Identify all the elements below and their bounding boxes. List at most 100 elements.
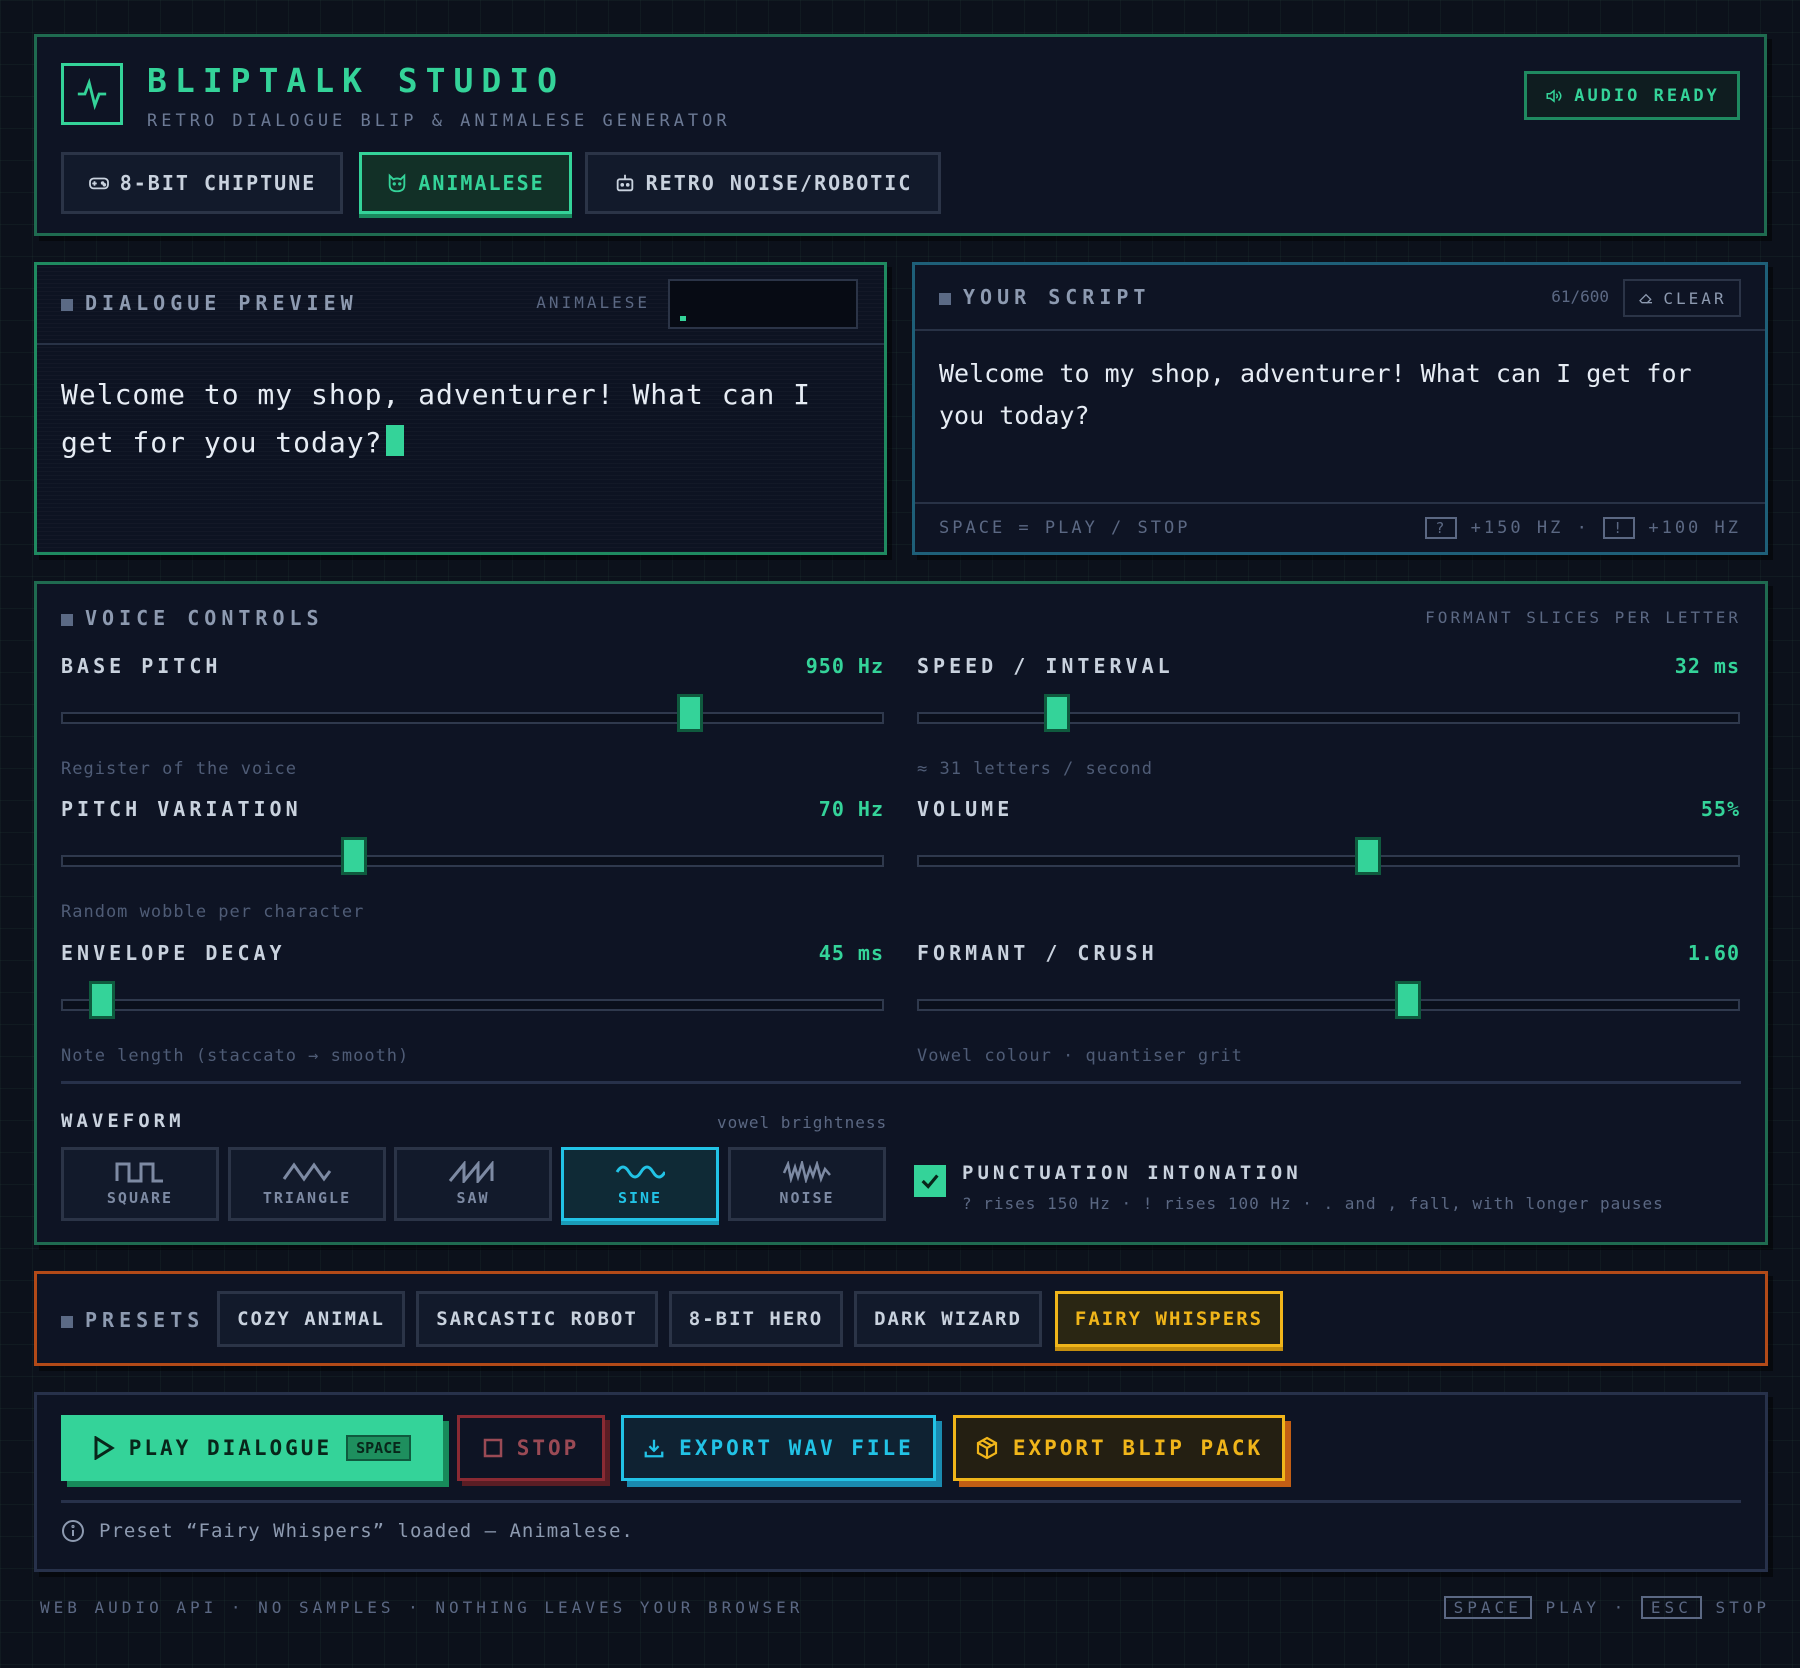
slider-thumb[interactable] [340,837,367,875]
presets-panel: PRESETS COZY ANIMAL SARCASTIC ROBOT 8-BI… [34,1271,1768,1366]
export-pack-label: EXPORT BLIP PACK [1012,1436,1264,1460]
pitch-variation-control: PITCH VARIATION 70 Hz Random wobble per ch… [61,797,884,922]
stop-icon [483,1438,502,1458]
footer-info: WEB AUDIO API · NO SAMPLES · NOTHING LEA… [40,1598,804,1617]
slider-thumb[interactable] [1394,981,1421,1019]
slider-value: 55% [1700,797,1740,821]
info-icon [62,1520,84,1542]
header-panel: BLIPTALK STUDIO RETRO DIALOGUE BLIP & AN… [34,34,1767,236]
export-blip-pack-button[interactable]: EXPORT BLIP PACK [953,1415,1285,1481]
waveform-label: WAVEFORM [61,1110,185,1132]
eraser-icon [1639,293,1653,304]
app-title: BLIPTALK STUDIO [147,61,566,100]
waveform-label: NOISE [779,1189,835,1207]
waveform-sine-button[interactable]: SINE [561,1147,719,1221]
preset-sarcastic-robot[interactable]: SARCASTIC ROBOT [416,1291,658,1347]
play-shortcut-label: PLAY [1545,1598,1600,1617]
preview-text: Welcome to my shop, adventurer! What can… [61,378,812,459]
slider-label: BASE PITCH [61,654,222,678]
script-footer: SPACE = PLAY / STOP ? +150 HZ · ! +100 H… [915,502,1765,552]
slider-help: Vowel colour · quantiser grit [917,1046,1243,1066]
dialogue-preview-panel: DIALOGUE PREVIEW ANIMALESE Welcome to my… [34,262,887,555]
slider-thumb[interactable] [1354,837,1381,875]
waveform-saw-button[interactable]: SAW [394,1147,552,1221]
waveform-label: SAW [456,1189,490,1207]
play-label: PLAY DIALOGUE [128,1436,333,1460]
formant-crush-control: FORMANT / CRUSH 1.60 Vowel colour · quanti… [917,941,1740,1066]
clear-label: CLEAR [1663,288,1727,308]
slider-help: Note length (staccato → smooth) [61,1046,410,1066]
mode-tab-label: ANIMALESE [418,171,545,195]
package-icon [976,1436,997,1460]
script-title: YOUR SCRIPT [939,285,1150,309]
mode-tab-chiptune[interactable]: 8-BIT CHIPTUNE [61,152,343,214]
volume-slider[interactable] [917,837,1740,875]
presets-title: PRESETS [61,1308,204,1332]
gamepad-icon [88,177,109,190]
space-key: SPACE [1443,1596,1532,1619]
waveform-label: SINE [617,1189,663,1207]
status-text: Preset “Fairy Whispers” loaded — Animale… [99,1520,634,1542]
mode-tab-animalese[interactable]: ANIMALESE [359,152,572,214]
script-panel: YOUR SCRIPT 61/600 CLEAR Welcome to my s… [912,262,1768,555]
slider-value: 1.60 [1687,941,1740,965]
stop-button[interactable]: STOP [457,1415,605,1481]
waveform-square-button[interactable]: SQUARE [61,1147,219,1221]
base-pitch-slider[interactable] [61,694,884,732]
preset-8bit-hero[interactable]: 8-BIT HERO [669,1291,843,1347]
base-pitch-control: BASE PITCH 950 Hz Register of the voice [61,654,884,779]
slider-label: VOLUME [917,797,1014,821]
envelope-decay-slider[interactable] [61,981,884,1019]
pulse-logo-icon [61,63,123,125]
robot-icon [616,174,633,192]
actions-panel: PLAY DIALOGUE SPACE STOP EXPORT WAV FILE… [34,1392,1768,1572]
export-wav-button[interactable]: EXPORT WAV FILE [621,1415,936,1481]
preset-fairy-whispers[interactable]: FAIRY WHISPERS [1055,1291,1283,1347]
intonation-checkbox[interactable] [914,1165,946,1197]
check-icon [921,1174,939,1189]
intonation-hint: ? +150 HZ · ! +100 HZ [1425,517,1741,539]
clear-button[interactable]: CLEAR [1623,279,1741,317]
slider-help: Random wobble per character [61,902,365,922]
square-wave-icon [115,1162,163,1183]
triangle-wave-icon [282,1162,332,1182]
speed-interval-control: SPEED / INTERVAL 32 ms ≈ 31 letters / seco… [917,654,1740,779]
noise-wave-icon [782,1161,831,1183]
typing-cursor [386,425,405,456]
intonation-help: ? rises 150 Hz · ! rises 100 Hz · . and … [962,1194,1664,1213]
play-dialogue-button[interactable]: PLAY DIALOGUE SPACE [61,1415,443,1481]
waveform-label: SQUARE [106,1189,174,1207]
app-subtitle: RETRO DIALOGUE BLIP & ANIMALESE GENERATO… [147,111,731,131]
slider-thumb[interactable] [676,694,703,732]
level-meter [668,279,858,329]
stop-shortcut-label: STOP [1715,1598,1770,1617]
status-message: Preset “Fairy Whispers” loaded — Animale… [61,1519,634,1543]
slider-value: 32 ms [1674,654,1740,678]
slider-label: FORMANT / CRUSH [917,941,1158,965]
preset-dark-wizard[interactable]: DARK WIZARD [854,1291,1042,1347]
esc-key: ESC [1640,1596,1702,1619]
slider-label: ENVELOPE DECAY [61,941,286,965]
slider-value: 45 ms [818,941,884,965]
controls-note: FORMANT SLICES PER LETTER [1425,608,1741,627]
saw-wave-icon [448,1161,494,1183]
audio-status-badge: AUDIO READY [1524,71,1740,120]
slider-thumb[interactable] [1044,694,1071,732]
preset-cozy-animal[interactable]: COZY ANIMAL [217,1291,405,1347]
waveform-triangle-button[interactable]: TRIANGLE [228,1147,386,1221]
preview-header: DIALOGUE PREVIEW ANIMALESE [37,265,884,345]
space-key-badge: SPACE [346,1435,412,1461]
script-textarea[interactable]: Welcome to my shop, adventurer! What can… [939,353,1741,437]
speed-interval-slider[interactable] [917,694,1740,732]
waveform-noise-button[interactable]: NOISE [728,1147,886,1221]
slider-value: 70 Hz [818,797,884,821]
slider-help: ≈ 31 letters / second [917,759,1153,779]
formant-crush-slider[interactable] [917,981,1740,1019]
pitch-variation-slider[interactable] [61,837,884,875]
actions-divider [61,1500,1741,1503]
stop-label: STOP [516,1436,580,1460]
slider-thumb[interactable] [89,981,116,1019]
mode-tab-robotic[interactable]: RETRO NOISE/ROBOTIC [585,152,941,214]
controls-title: VOICE CONTROLS [61,606,324,630]
slider-value: 950 Hz [805,654,884,678]
